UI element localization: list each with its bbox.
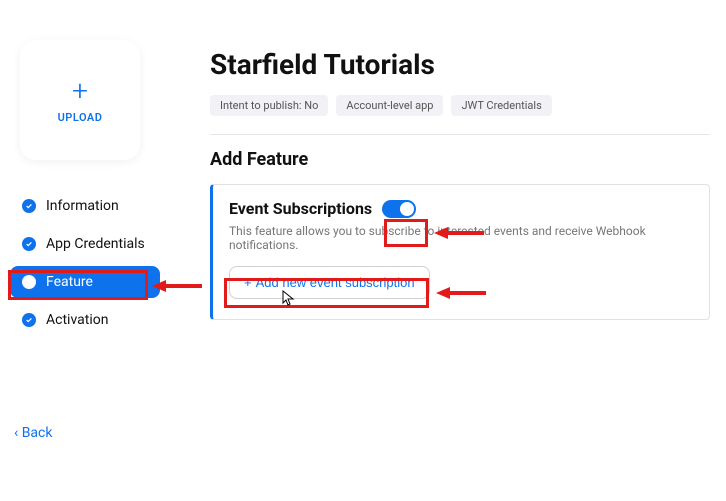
feature-title: Event Subscriptions	[229, 199, 372, 218]
upload-label: UPLOAD	[58, 111, 103, 124]
nav-label: Information	[46, 198, 119, 214]
check-circle-icon	[22, 237, 36, 251]
badge: Intent to publish: No	[210, 95, 328, 116]
back-label: Back	[22, 425, 53, 441]
nav-label: Feature	[46, 274, 93, 290]
check-circle-icon	[22, 199, 36, 213]
sidebar-item-app-credentials[interactable]: App Credentials	[10, 228, 160, 260]
page-title: Starfield Tutorials	[210, 48, 726, 81]
add-button-label: Add new event subscription	[256, 275, 415, 290]
badge: JWT Credentials	[451, 95, 551, 116]
feature-header: Event Subscriptions	[229, 199, 693, 218]
nav-list: Information App Credentials Feature Acti…	[10, 190, 160, 336]
feature-description: This feature allows you to subscribe to …	[229, 224, 693, 252]
current-step-icon	[22, 275, 36, 289]
toggle-knob	[400, 202, 414, 216]
sidebar-item-activation[interactable]: Activation	[10, 304, 160, 336]
sidebar-item-information[interactable]: Information	[10, 190, 160, 222]
chevron-left-icon: ‹	[14, 425, 18, 441]
sidebar-item-feature[interactable]: Feature	[10, 266, 160, 298]
nav-label: App Credentials	[46, 236, 145, 252]
check-circle-icon	[22, 313, 36, 327]
badges-row: Intent to publish: No Account-level app …	[210, 95, 726, 116]
feature-card: Event Subscriptions This feature allows …	[210, 184, 710, 320]
event-subscriptions-toggle[interactable]	[382, 200, 416, 218]
badge: Account-level app	[336, 95, 443, 116]
plus-icon: +	[244, 275, 252, 290]
sidebar: + UPLOAD Information App Credentials Fea…	[10, 40, 160, 342]
back-link[interactable]: ‹ Back	[14, 425, 52, 441]
main-content: Starfield Tutorials Intent to publish: N…	[210, 48, 726, 320]
section-title: Add Feature	[210, 149, 726, 170]
divider	[210, 134, 710, 135]
add-event-subscription-button[interactable]: + Add new event subscription	[229, 266, 430, 299]
plus-icon: +	[72, 77, 88, 105]
upload-button[interactable]: + UPLOAD	[20, 40, 140, 160]
nav-label: Activation	[46, 312, 108, 328]
